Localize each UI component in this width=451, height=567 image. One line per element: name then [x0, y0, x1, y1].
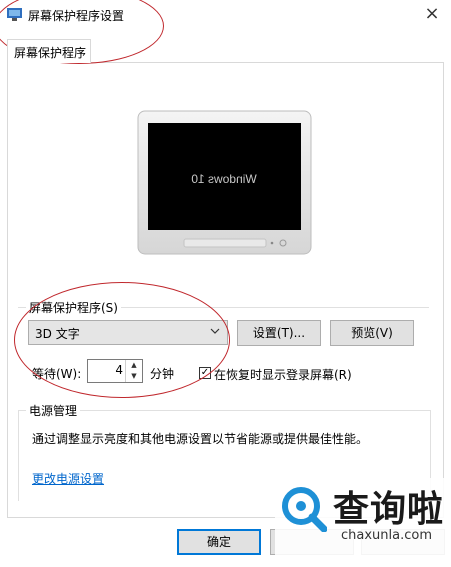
tab-label: 屏幕保护程序	[14, 46, 87, 60]
wait-minutes-stepper[interactable]: 4 ▲ ▼	[87, 359, 143, 383]
watermark-domain: chaxunla.com	[341, 528, 432, 543]
wait-label: 等待(W):	[32, 367, 82, 381]
window-title: 屏幕保护程序设置	[28, 9, 125, 23]
chevron-down-icon	[210, 328, 220, 334]
tab-screensaver[interactable]: 屏幕保护程序	[7, 39, 91, 63]
preview-screen-text: Windows 10	[191, 172, 257, 186]
close-button[interactable]: ×	[421, 3, 443, 25]
resume-login-checkbox[interactable]: ✓	[199, 367, 211, 379]
ok-button[interactable]: 确定	[177, 529, 261, 555]
search-magnifier-logo-icon	[282, 487, 327, 532]
screensaver-group-label: 屏幕保护程序(S)	[26, 299, 121, 316]
title-bar: 屏幕保护程序设置 ×	[0, 0, 451, 30]
power-group-label: 电源管理	[26, 402, 81, 419]
resume-login-label[interactable]: 在恢复时显示登录屏幕(R)	[214, 366, 352, 383]
minutes-label: 分钟	[150, 367, 175, 381]
settings-button[interactable]: 设置(T)...	[237, 320, 321, 346]
power-description: 通过调整显示亮度和其他电源设置以节省能源或提供最佳性能。	[32, 432, 369, 446]
spin-buttons[interactable]: ▲ ▼	[125, 360, 142, 382]
change-power-settings-link[interactable]: 更改电源设置	[32, 470, 104, 487]
watermark: 查询啦 chaxunla.com	[275, 478, 451, 567]
screensaver-app-icon	[7, 8, 22, 21]
monitor-preview: Windows 10	[137, 110, 312, 255]
arrow-up-icon[interactable]: ▲	[126, 360, 142, 371]
wait-value: 4	[115, 363, 123, 377]
arrow-down-icon[interactable]: ▼	[126, 371, 142, 382]
preview-button[interactable]: 预览(V)	[330, 320, 414, 346]
watermark-brand: 查询啦	[333, 489, 445, 530]
screensaver-select[interactable]: 3D 文字	[28, 320, 228, 345]
screensaver-selected-value: 3D 文字	[35, 327, 80, 341]
